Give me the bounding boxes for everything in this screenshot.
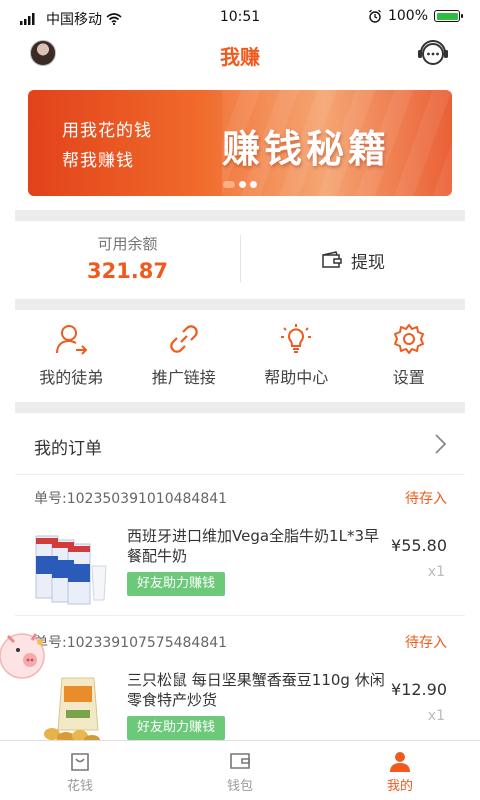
customer-service-icon[interactable]: [416, 38, 450, 68]
withdraw-button[interactable]: 提现: [241, 221, 465, 299]
pager-dot[interactable]: [239, 181, 246, 188]
floating-piggy-icon[interactable]: [0, 620, 60, 690]
balance-box: 可用余额 321.87: [15, 221, 240, 299]
product-quantity: x1: [427, 564, 445, 580]
product-name: 三只松鼠 每日坚果蟹香蚕豆110g 休闲零食特产炒货: [127, 671, 385, 709]
status-right: 100%: [368, 8, 463, 24]
tab-label: 我的: [386, 779, 413, 794]
product-name: 西班牙进口维加Vega全脂牛奶1L*3早餐配牛奶: [127, 527, 379, 565]
banner-pager: [28, 181, 452, 188]
shopping-bag-icon: [71, 753, 89, 771]
shortcut-promo-link[interactable]: 推广链接: [128, 310, 241, 400]
my-orders-row[interactable]: 我的订单: [15, 415, 465, 475]
person-icon: [390, 752, 410, 772]
pager-dot[interactable]: [223, 181, 235, 188]
promo-banner[interactable]: 用我花的钱 帮我赚钱 赚钱秘籍: [28, 90, 452, 196]
battery-percent: 100%: [387, 8, 428, 24]
tab-spend[interactable]: 花钱: [0, 741, 160, 800]
shortcut-label: 推广链接: [151, 368, 216, 387]
tab-label: 花钱: [66, 779, 93, 794]
order-card[interactable]: 单号:102339107575484841 待存入 三只松鼠 每日坚果蟹香蚕豆1…: [15, 620, 465, 752]
balance-section: 可用余额 321.87 提现: [15, 221, 465, 299]
pager-dot[interactable]: [250, 181, 257, 188]
battery-icon: [434, 10, 463, 22]
tab-label: 钱包: [226, 779, 253, 794]
product-price: ¥55.80: [391, 536, 447, 555]
section-divider: [15, 299, 465, 310]
section-divider: [15, 402, 465, 413]
order-number: 单号:102350391010484841: [34, 491, 228, 507]
shortcut-label: 我的徒弟: [39, 368, 104, 387]
balance-label: 可用余额: [97, 235, 158, 253]
order-card[interactable]: 单号:102350391010484841 待存入 西班牙进口维加Vega全脂牛…: [15, 476, 465, 616]
tab-wallet[interactable]: 钱包: [160, 741, 320, 800]
order-number: 单号:102339107575484841: [34, 635, 228, 651]
banner-line-1: 用我花的钱: [62, 121, 152, 141]
product-quantity: x1: [427, 708, 445, 724]
shortcut-grid: 我的徒弟 推广链接 帮助中心 设置: [15, 310, 465, 400]
section-divider: [15, 210, 465, 221]
withdraw-label: 提现: [351, 252, 385, 273]
wallet-card-icon: [322, 251, 342, 268]
link-icon: [170, 325, 198, 353]
shortcut-label: 帮助中心: [264, 368, 329, 387]
order-status: 待存入: [405, 635, 447, 651]
shortcut-my-apprentices[interactable]: 我的徒弟: [15, 310, 128, 400]
order-status: 待存入: [405, 491, 447, 507]
shortcut-help-center[interactable]: 帮助中心: [240, 310, 353, 400]
banner-headline: 赚钱秘籍: [222, 127, 391, 171]
banner-line-2: 帮我赚钱: [62, 151, 134, 171]
alarm-icon: [369, 9, 381, 23]
lightbulb-icon: [281, 324, 312, 353]
gear-icon: [393, 324, 424, 354]
bottom-tab-bar: 花钱 钱包 我的: [0, 740, 480, 800]
user-arrow-icon: [56, 325, 88, 355]
wallet-icon: [230, 753, 250, 769]
tab-mine[interactable]: 我的: [320, 741, 480, 800]
shortcut-settings[interactable]: 设置: [353, 310, 466, 400]
chevron-right-icon: [435, 434, 447, 454]
product-thumbnail[interactable]: [32, 526, 114, 608]
shortcut-label: 设置: [392, 368, 425, 387]
header: 我赚: [0, 36, 480, 86]
friend-boost-button[interactable]: 好友助力赚钱: [127, 572, 226, 596]
page-title: 我赚: [220, 45, 260, 69]
balance-value: 321.87: [86, 259, 169, 283]
product-price: ¥12.90: [391, 680, 447, 699]
my-orders-title: 我的订单: [34, 439, 102, 459]
status-bar: 中国移动 10:51 100%: [0, 0, 480, 36]
friend-boost-button[interactable]: 好友助力赚钱: [127, 716, 226, 740]
